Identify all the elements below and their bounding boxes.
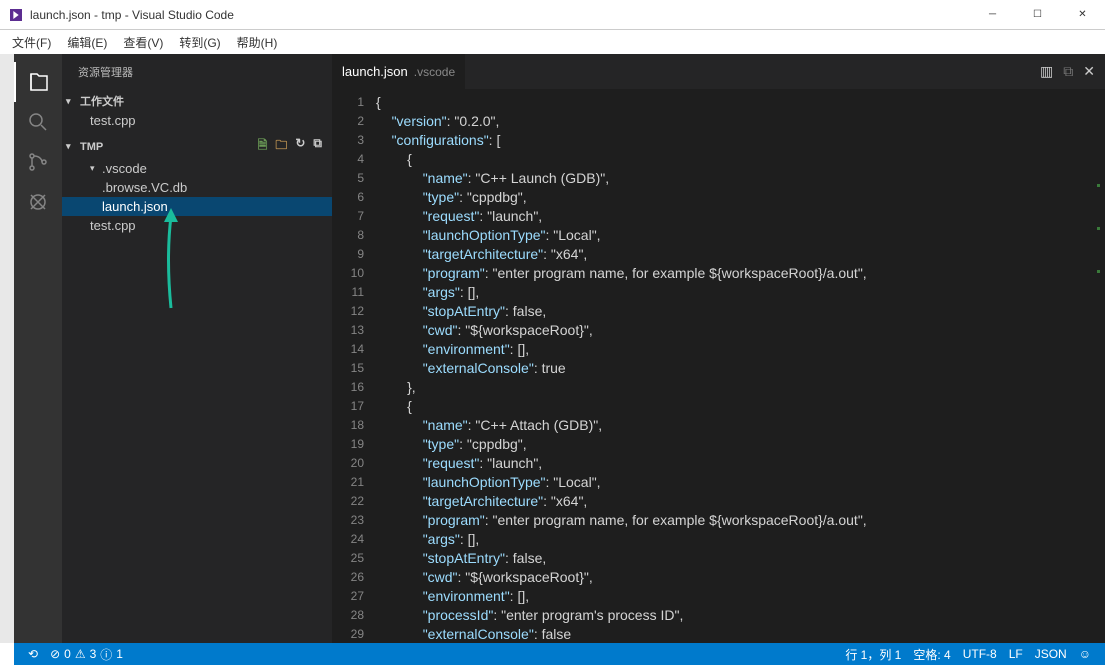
chevron-down-icon: ▾ (66, 96, 76, 107)
section-workfiles[interactable]: ▾ 工作文件 (62, 91, 332, 111)
status-lang[interactable]: JSON (1029, 646, 1073, 663)
close-tab-icon[interactable]: ✕ (1083, 63, 1095, 80)
status-cursor[interactable]: 行 1，列 1 (839, 646, 907, 663)
sidebar: 资源管理器 ▾ 工作文件 test.cpp ▾ TMP 🗎 🗀 ↻ ⧉ (62, 54, 332, 665)
more-icon[interactable]: ⧉ (1063, 63, 1073, 80)
menubar: 文件(F) 编辑(E) 查看(V) 转到(G) 帮助(H) (0, 30, 1105, 54)
chevron-down-icon: ▾ (90, 163, 100, 174)
file-item[interactable]: .browse.VC.db (62, 178, 332, 197)
menu-view[interactable]: 查看(V) (115, 32, 171, 53)
status-feedback-icon[interactable]: ☺ (1073, 646, 1097, 663)
tab-subdir: .vscode (414, 65, 455, 79)
line-gutter: 1234567891011121314151617181920212223242… (332, 89, 376, 665)
split-editor-icon[interactable]: ▥ (1040, 63, 1053, 80)
file-item-selected[interactable]: launch.json (62, 197, 332, 216)
minimize-button[interactable]: ─ (970, 0, 1015, 30)
menu-help[interactable]: 帮助(H) (229, 32, 286, 53)
menu-file[interactable]: 文件(F) (4, 32, 59, 53)
window-title: launch.json - tmp - Visual Studio Code (30, 8, 970, 22)
menu-edit[interactable]: 编辑(E) (59, 32, 115, 53)
vscode-icon (8, 7, 24, 23)
sidebar-title: 资源管理器 (62, 54, 332, 89)
code-area[interactable]: 1234567891011121314151617181920212223242… (332, 89, 1105, 665)
menu-goto[interactable]: 转到(G) (171, 32, 228, 53)
status-spaces[interactable]: 空格: 4 (907, 646, 956, 663)
statusbar: ⟲ ⊘0⚠3ⓘ1 行 1，列 1 空格: 4 UTF-8 LF JSON ☺ (14, 643, 1105, 665)
section-tmp[interactable]: ▾ TMP 🗎 🗀 ↻ ⧉ (62, 134, 332, 159)
search-icon[interactable] (14, 102, 62, 142)
editor: launch.json .vscode ▥ ⧉ ✕ 12345678910111… (332, 54, 1105, 665)
refresh-icon[interactable]: ↻ (295, 136, 305, 157)
chevron-down-icon: ▾ (66, 141, 76, 152)
new-folder-icon[interactable]: 🗀 (275, 136, 287, 157)
status-errors[interactable]: ⊘0⚠3ⓘ1 (44, 646, 129, 663)
status-sync-icon[interactable]: ⟲ (22, 647, 44, 661)
close-button[interactable]: ✕ (1060, 0, 1105, 30)
collapse-icon[interactable]: ⧉ (313, 136, 322, 157)
maximize-button[interactable]: ☐ (1015, 0, 1060, 30)
explorer-icon[interactable] (14, 62, 62, 102)
new-file-icon[interactable]: 🗎 (258, 136, 268, 157)
file-item[interactable]: test.cpp (62, 111, 332, 130)
tab-filename: launch.json (342, 64, 408, 79)
status-encoding[interactable]: UTF-8 (957, 646, 1003, 663)
debug-icon[interactable] (14, 182, 62, 222)
file-item[interactable]: test.cpp (62, 216, 332, 235)
titlebar: launch.json - tmp - Visual Studio Code ─… (0, 0, 1105, 30)
status-eol[interactable]: LF (1003, 646, 1029, 663)
code-content[interactable]: { "version": "0.2.0", "configurations": … (376, 89, 1105, 665)
editor-tab[interactable]: launch.json .vscode (332, 54, 465, 89)
git-icon[interactable] (14, 142, 62, 182)
overview-ruler (1097, 184, 1100, 665)
activitybar (14, 54, 62, 665)
left-margin (0, 54, 14, 643)
folder-item[interactable]: ▾.vscode (62, 159, 332, 178)
tabbar: launch.json .vscode ▥ ⧉ ✕ (332, 54, 1105, 89)
